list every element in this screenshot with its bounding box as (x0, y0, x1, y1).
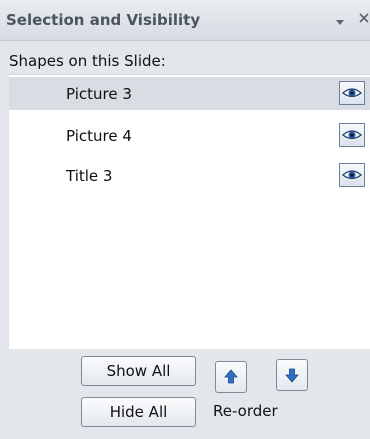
shapes-list-heading: Shapes on this Slide: (9, 52, 166, 70)
shapes-list: Picture 3 Picture 4 Title 3 (9, 74, 370, 349)
list-item[interactable]: Picture 3 (9, 77, 370, 110)
visibility-toggle-button[interactable] (339, 81, 365, 105)
shape-label: Picture 4 (66, 127, 132, 145)
shape-label: Picture 3 (66, 85, 132, 103)
show-all-button[interactable]: Show All (81, 356, 196, 386)
visibility-toggle-button[interactable] (339, 123, 365, 147)
pane-title: Selection and Visibility (6, 11, 201, 29)
pane-titlebar: Selection and Visibility (0, 0, 370, 41)
hide-all-button[interactable]: Hide All (81, 397, 196, 427)
shape-label: Title 3 (66, 167, 113, 185)
reorder-label: Re-order (213, 402, 278, 420)
move-down-button[interactable] (276, 359, 308, 391)
visibility-toggle-button[interactable] (339, 163, 365, 187)
move-up-button[interactable] (215, 361, 247, 393)
selection-pane: Selection and Visibility Shapes on this … (0, 0, 370, 439)
list-item[interactable]: Title 3 (9, 159, 370, 192)
close-icon[interactable] (357, 10, 370, 26)
list-item[interactable]: Picture 4 (9, 119, 370, 152)
dropdown-arrow-icon[interactable] (334, 13, 346, 25)
